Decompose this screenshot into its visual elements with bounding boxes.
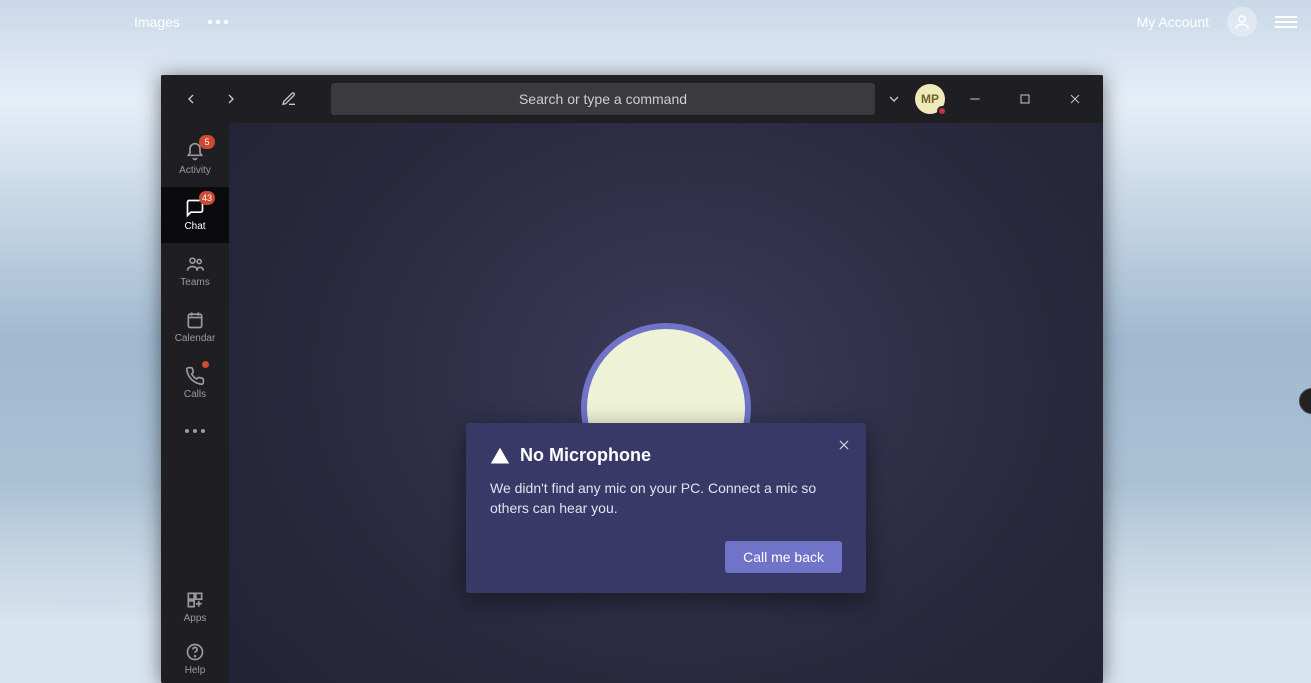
rail-calls-label: Calls xyxy=(184,389,206,400)
chevron-down-icon[interactable] xyxy=(883,83,905,115)
rail-teams-label: Teams xyxy=(180,277,209,288)
teams-icon xyxy=(185,254,205,274)
forward-button[interactable] xyxy=(215,83,247,115)
search-placeholder: Search or type a command xyxy=(519,91,687,107)
minimize-button[interactable] xyxy=(955,83,995,115)
rail-calendar-label: Calendar xyxy=(175,333,216,344)
close-window-button[interactable] xyxy=(1055,83,1095,115)
teams-window: Search or type a command MP xyxy=(161,75,1103,683)
apps-icon xyxy=(185,590,205,610)
calls-badge xyxy=(202,361,209,368)
title-bar: Search or type a command MP xyxy=(161,75,1103,123)
rail-help-label: Help xyxy=(185,665,206,676)
images-link[interactable]: Images xyxy=(134,14,180,30)
dialog-close-button[interactable] xyxy=(834,435,854,455)
chat-badge: 43 xyxy=(199,191,215,205)
rail-chat[interactable]: Chat 43 xyxy=(161,187,229,243)
call-content-area: No Microphone We didn't find any mic on … xyxy=(229,123,1103,683)
user-avatar-icon[interactable] xyxy=(1227,7,1257,37)
rail-chat-label: Chat xyxy=(184,221,205,232)
rail-calls[interactable]: Calls xyxy=(161,355,229,411)
my-account-link[interactable]: My Account xyxy=(1137,14,1209,30)
new-chat-icon[interactable] xyxy=(273,83,305,115)
dialog-title: No Microphone xyxy=(520,445,651,466)
rail-teams[interactable]: Teams xyxy=(161,243,229,299)
app-rail: Activity 5 Chat 43 Teams Calendar Calls xyxy=(161,123,229,683)
rail-activity[interactable]: Activity 5 xyxy=(161,131,229,187)
rail-help[interactable]: Help xyxy=(161,635,229,683)
profile-initials: MP xyxy=(921,92,939,106)
no-microphone-dialog: No Microphone We didn't find any mic on … xyxy=(466,423,866,593)
call-me-back-button[interactable]: Call me back xyxy=(725,541,842,573)
maximize-button[interactable] xyxy=(1005,83,1045,115)
back-button[interactable] xyxy=(175,83,207,115)
hamburger-menu-icon[interactable] xyxy=(1275,13,1297,31)
more-menu-icon[interactable] xyxy=(208,20,228,24)
browser-top-bar: Images My Account xyxy=(0,0,1311,44)
rail-apps[interactable]: Apps xyxy=(161,579,229,635)
rail-activity-label: Activity xyxy=(179,165,211,176)
help-icon xyxy=(185,642,205,662)
phone-icon xyxy=(185,366,205,386)
search-input[interactable]: Search or type a command xyxy=(331,83,875,115)
warning-icon xyxy=(490,446,510,466)
rail-apps-label: Apps xyxy=(184,613,207,624)
dialog-title-row: No Microphone xyxy=(490,445,842,466)
presence-busy-icon xyxy=(937,106,947,116)
profile-avatar[interactable]: MP xyxy=(915,84,945,114)
calendar-icon xyxy=(185,310,205,330)
dialog-body: We didn't find any mic on your PC. Conne… xyxy=(490,478,842,519)
activity-badge: 5 xyxy=(199,135,215,149)
rail-calendar[interactable]: Calendar xyxy=(161,299,229,355)
close-icon xyxy=(837,438,851,452)
rail-more[interactable] xyxy=(161,411,229,451)
